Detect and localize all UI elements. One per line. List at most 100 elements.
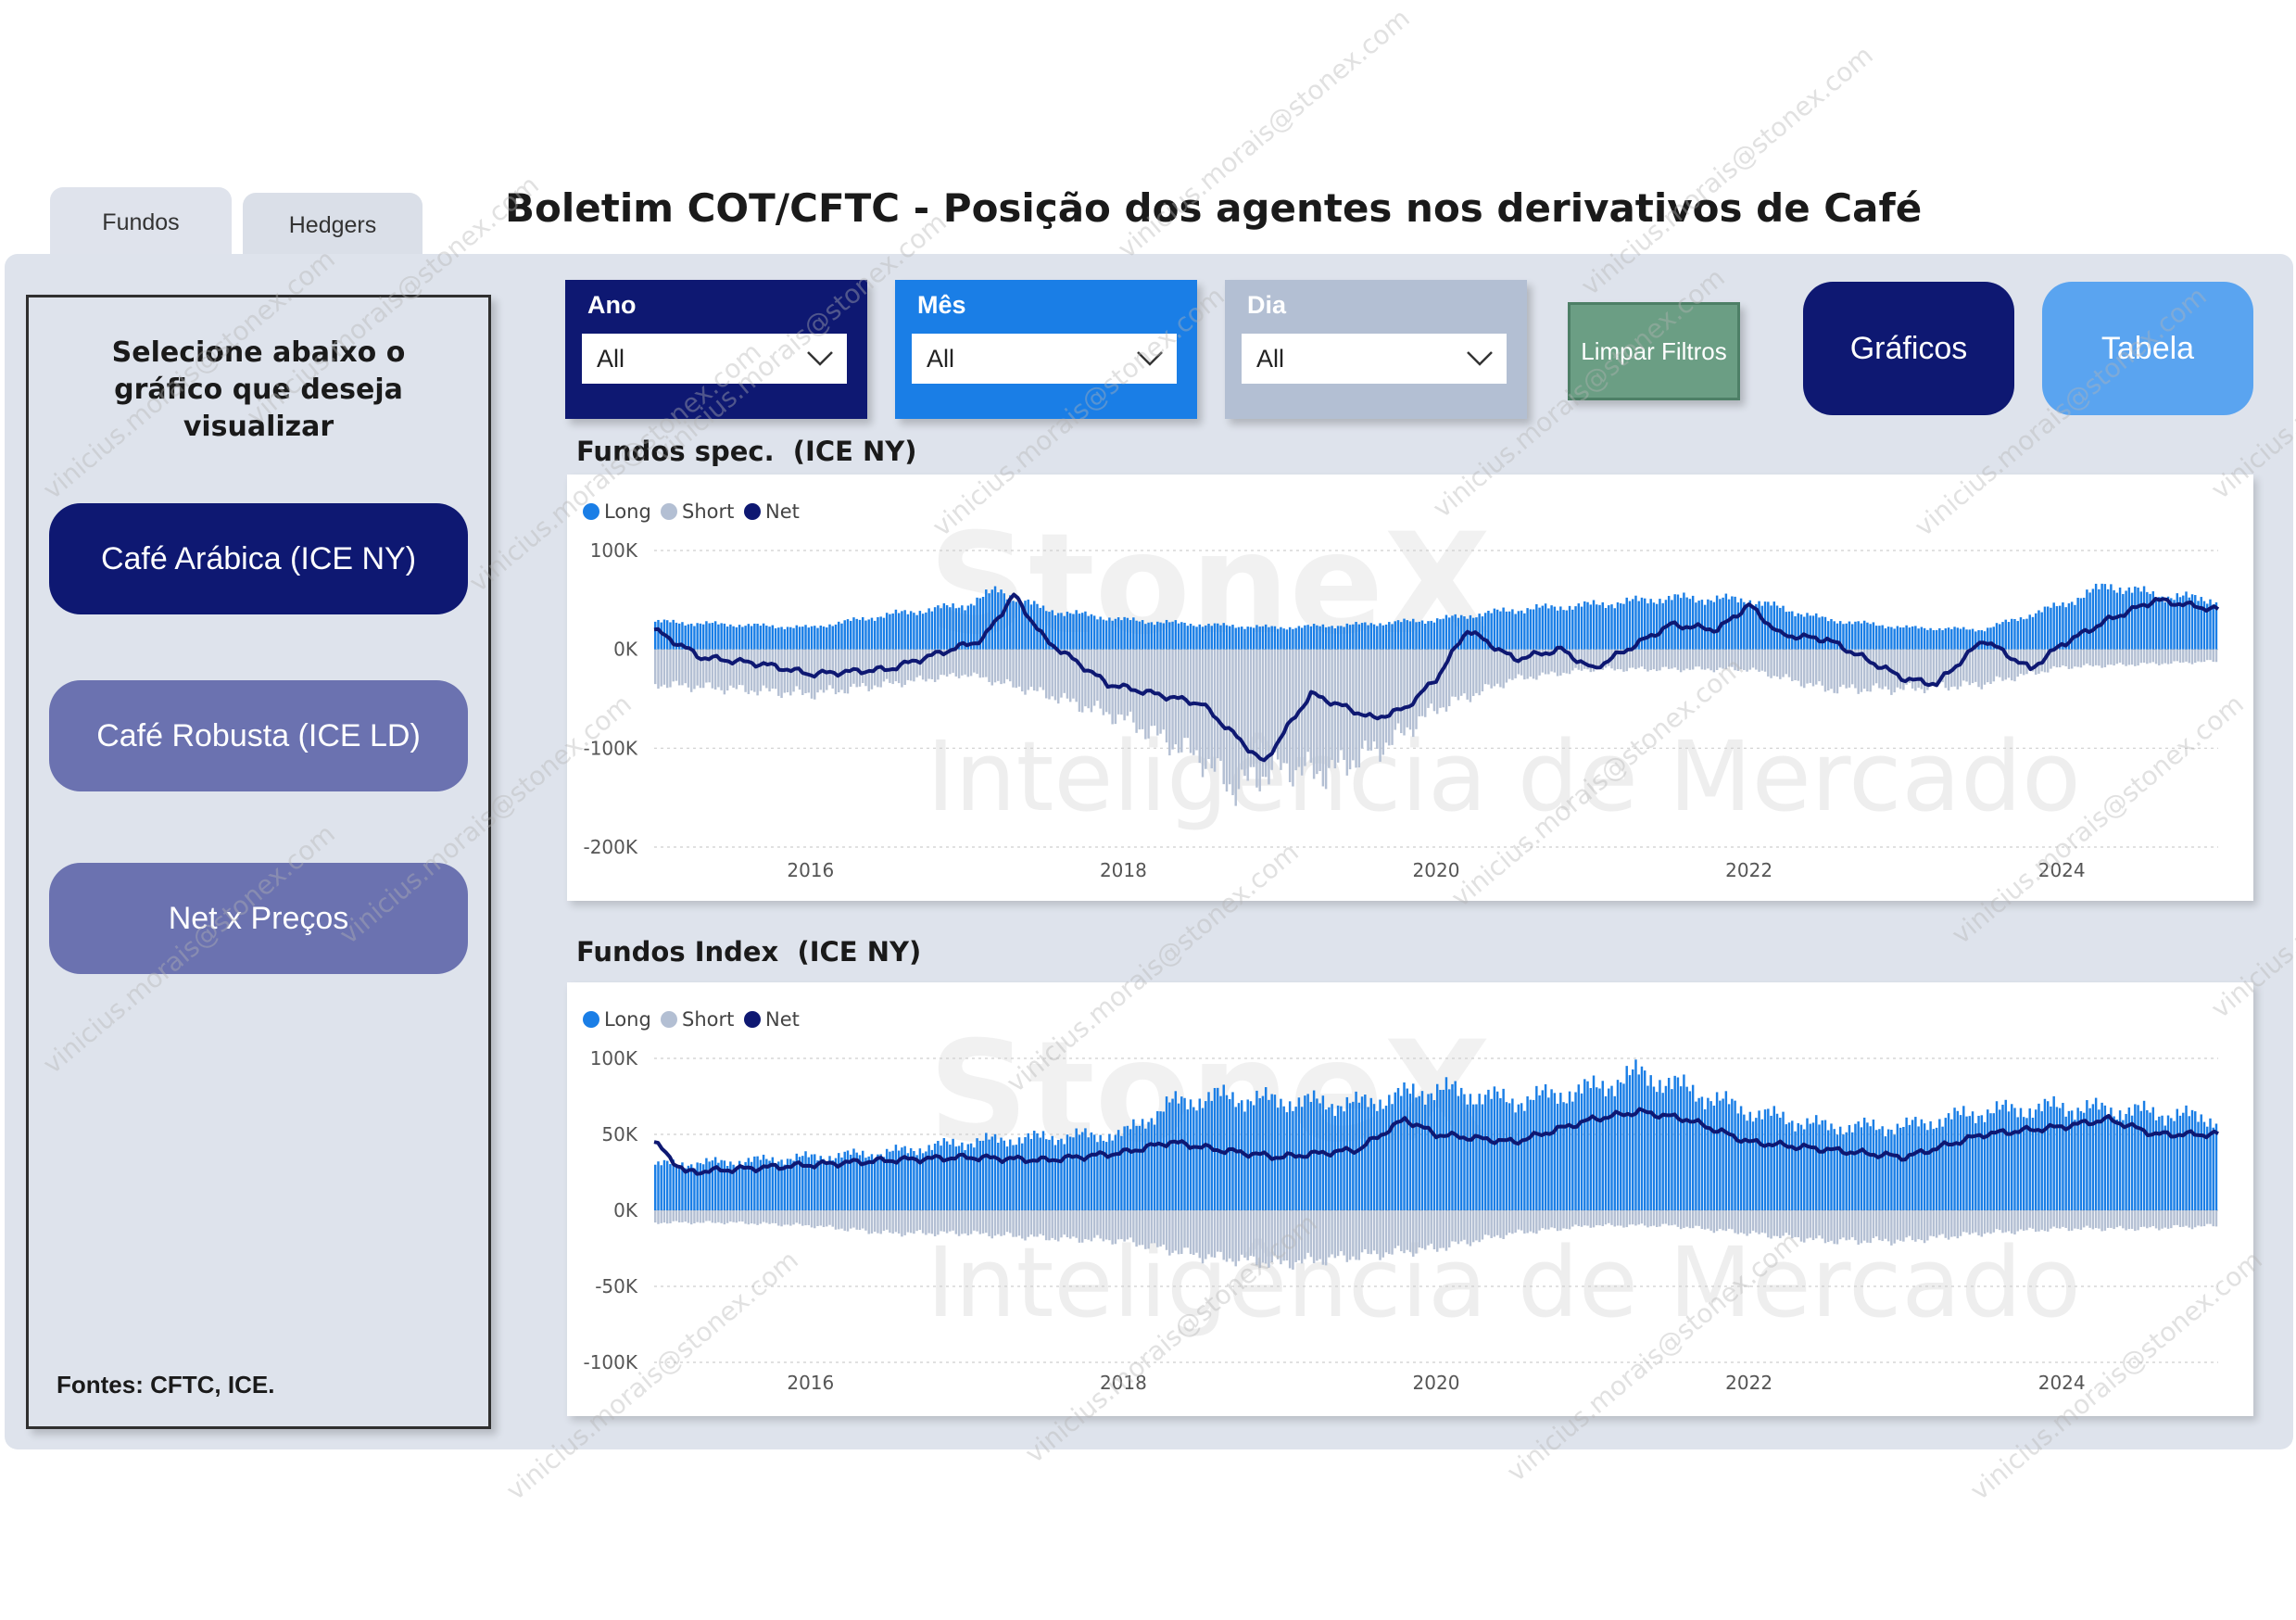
- long-bar: [1601, 1081, 1604, 1210]
- long-bar: [735, 626, 738, 650]
- short-bar: [1848, 1210, 1851, 1240]
- short-bar: [1821, 1210, 1823, 1239]
- short-bar: [1041, 649, 1045, 690]
- short-bar: [1357, 1210, 1361, 1260]
- long-bar: [2079, 1110, 2083, 1210]
- long-bar: [1343, 626, 1345, 650]
- long-bar: [1568, 1091, 1571, 1210]
- long-bar: [2052, 602, 2055, 650]
- long-bar: [2050, 607, 2052, 650]
- long-bar: [1881, 1126, 1884, 1210]
- short-bar: [1905, 1210, 1908, 1238]
- long-bar: [1787, 1122, 1791, 1210]
- long-bar: [1316, 625, 1318, 650]
- long-bar: [1255, 1090, 1258, 1210]
- graficos-button[interactable]: Gráficos: [1803, 282, 2014, 415]
- long-bar: [1959, 1115, 1962, 1210]
- long-bar: [2127, 587, 2131, 650]
- ano-slicer: Ano All: [565, 280, 867, 419]
- short-bar: [780, 649, 783, 699]
- short-bar: [1736, 649, 1740, 671]
- long-bar: [1406, 1088, 1408, 1210]
- short-bar: [1743, 649, 1746, 671]
- long-bar: [1343, 1111, 1345, 1210]
- short-bar: [1556, 649, 1559, 677]
- short-bar: [1748, 649, 1752, 670]
- short-bar: [1345, 1210, 1349, 1262]
- long-bar: [1336, 626, 1340, 650]
- long-bar: [1517, 611, 1520, 650]
- short-bar: [1811, 649, 1815, 687]
- short-bar: [2194, 649, 2197, 664]
- tab-hedgers[interactable]: Hedgers: [243, 193, 423, 258]
- long-bar: [1676, 594, 1680, 650]
- short-bar: [1583, 1210, 1586, 1226]
- short-bar: [1231, 649, 1234, 795]
- short-bar: [1388, 1210, 1391, 1255]
- short-bar: [1850, 1210, 1854, 1237]
- dia-dropdown[interactable]: All: [1242, 334, 1507, 384]
- short-bar: [1234, 1210, 1237, 1267]
- short-bar: [1138, 1210, 1142, 1246]
- long-bar: [1799, 1124, 1803, 1210]
- short-bar: [701, 649, 705, 689]
- short-bar: [1565, 1210, 1569, 1229]
- long-bar: [1391, 624, 1394, 650]
- short-bar: [1992, 649, 1995, 682]
- short-bar: [1053, 1210, 1057, 1240]
- long-bar: [1273, 1095, 1277, 1210]
- x-tick-label: 2016: [787, 859, 834, 881]
- long-bar: [1917, 1126, 1920, 1210]
- short-bar: [1505, 1210, 1508, 1235]
- long-bar: [1487, 1089, 1490, 1210]
- long-bar: [2173, 600, 2176, 650]
- short-bar: [1731, 1210, 1734, 1230]
- long-bar: [677, 1165, 681, 1210]
- short-bar: [2046, 1210, 2050, 1232]
- long-bar: [1688, 1091, 1692, 1210]
- long-bar: [1153, 625, 1156, 650]
- short-bar: [1234, 649, 1237, 806]
- net-x-precos-button[interactable]: Net x Preços: [49, 863, 468, 974]
- short-bar: [1080, 649, 1084, 713]
- short-bar: [807, 649, 810, 693]
- mes-dropdown[interactable]: All: [912, 334, 1177, 384]
- cafe-arabica-button[interactable]: Café Arábica (ICE NY): [49, 503, 468, 614]
- long-bar: [1815, 1115, 1818, 1210]
- short-bar: [1987, 649, 1989, 683]
- short-bar: [1842, 649, 1845, 685]
- long-bar: [1878, 1129, 1881, 1210]
- long-bar: [1195, 626, 1198, 650]
- long-bar: [1616, 601, 1620, 650]
- long-bar: [1324, 626, 1328, 650]
- long-bar: [1565, 1103, 1569, 1210]
- ano-dropdown[interactable]: All: [582, 334, 847, 384]
- long-bar: [1508, 1103, 1511, 1210]
- short-bar: [1355, 649, 1357, 768]
- tab-fundos[interactable]: Fundos: [50, 187, 232, 258]
- long-bar: [1111, 1140, 1114, 1210]
- long-bar: [816, 627, 819, 650]
- short-bar: [1147, 649, 1150, 739]
- long-bar: [1367, 625, 1369, 650]
- short-bar: [1746, 649, 1748, 672]
- short-bar: [1141, 649, 1144, 729]
- limpar-filtros-button[interactable]: Limpar Filtros: [1568, 302, 1740, 400]
- cafe-robusta-button[interactable]: Café Robusta (ICE LD): [49, 680, 468, 791]
- short-bar: [780, 1210, 783, 1227]
- short-bar: [1171, 649, 1174, 750]
- tabela-button[interactable]: Tabela: [2042, 282, 2253, 415]
- short-bar: [1261, 1210, 1265, 1263]
- short-bar: [1598, 1210, 1601, 1226]
- long-bar: [1860, 623, 1863, 650]
- long-bar: [2146, 591, 2149, 650]
- short-bar: [1989, 649, 1992, 684]
- long-bar: [783, 629, 787, 650]
- short-bar: [1369, 649, 1373, 751]
- sources-text: Fontes: CFTC, ICE.: [57, 1371, 275, 1399]
- short-bar: [675, 649, 678, 681]
- long-bar: [1598, 1088, 1601, 1210]
- long-bar: [1671, 1089, 1673, 1210]
- long-bar: [1833, 1129, 1836, 1210]
- short-bar: [741, 649, 744, 686]
